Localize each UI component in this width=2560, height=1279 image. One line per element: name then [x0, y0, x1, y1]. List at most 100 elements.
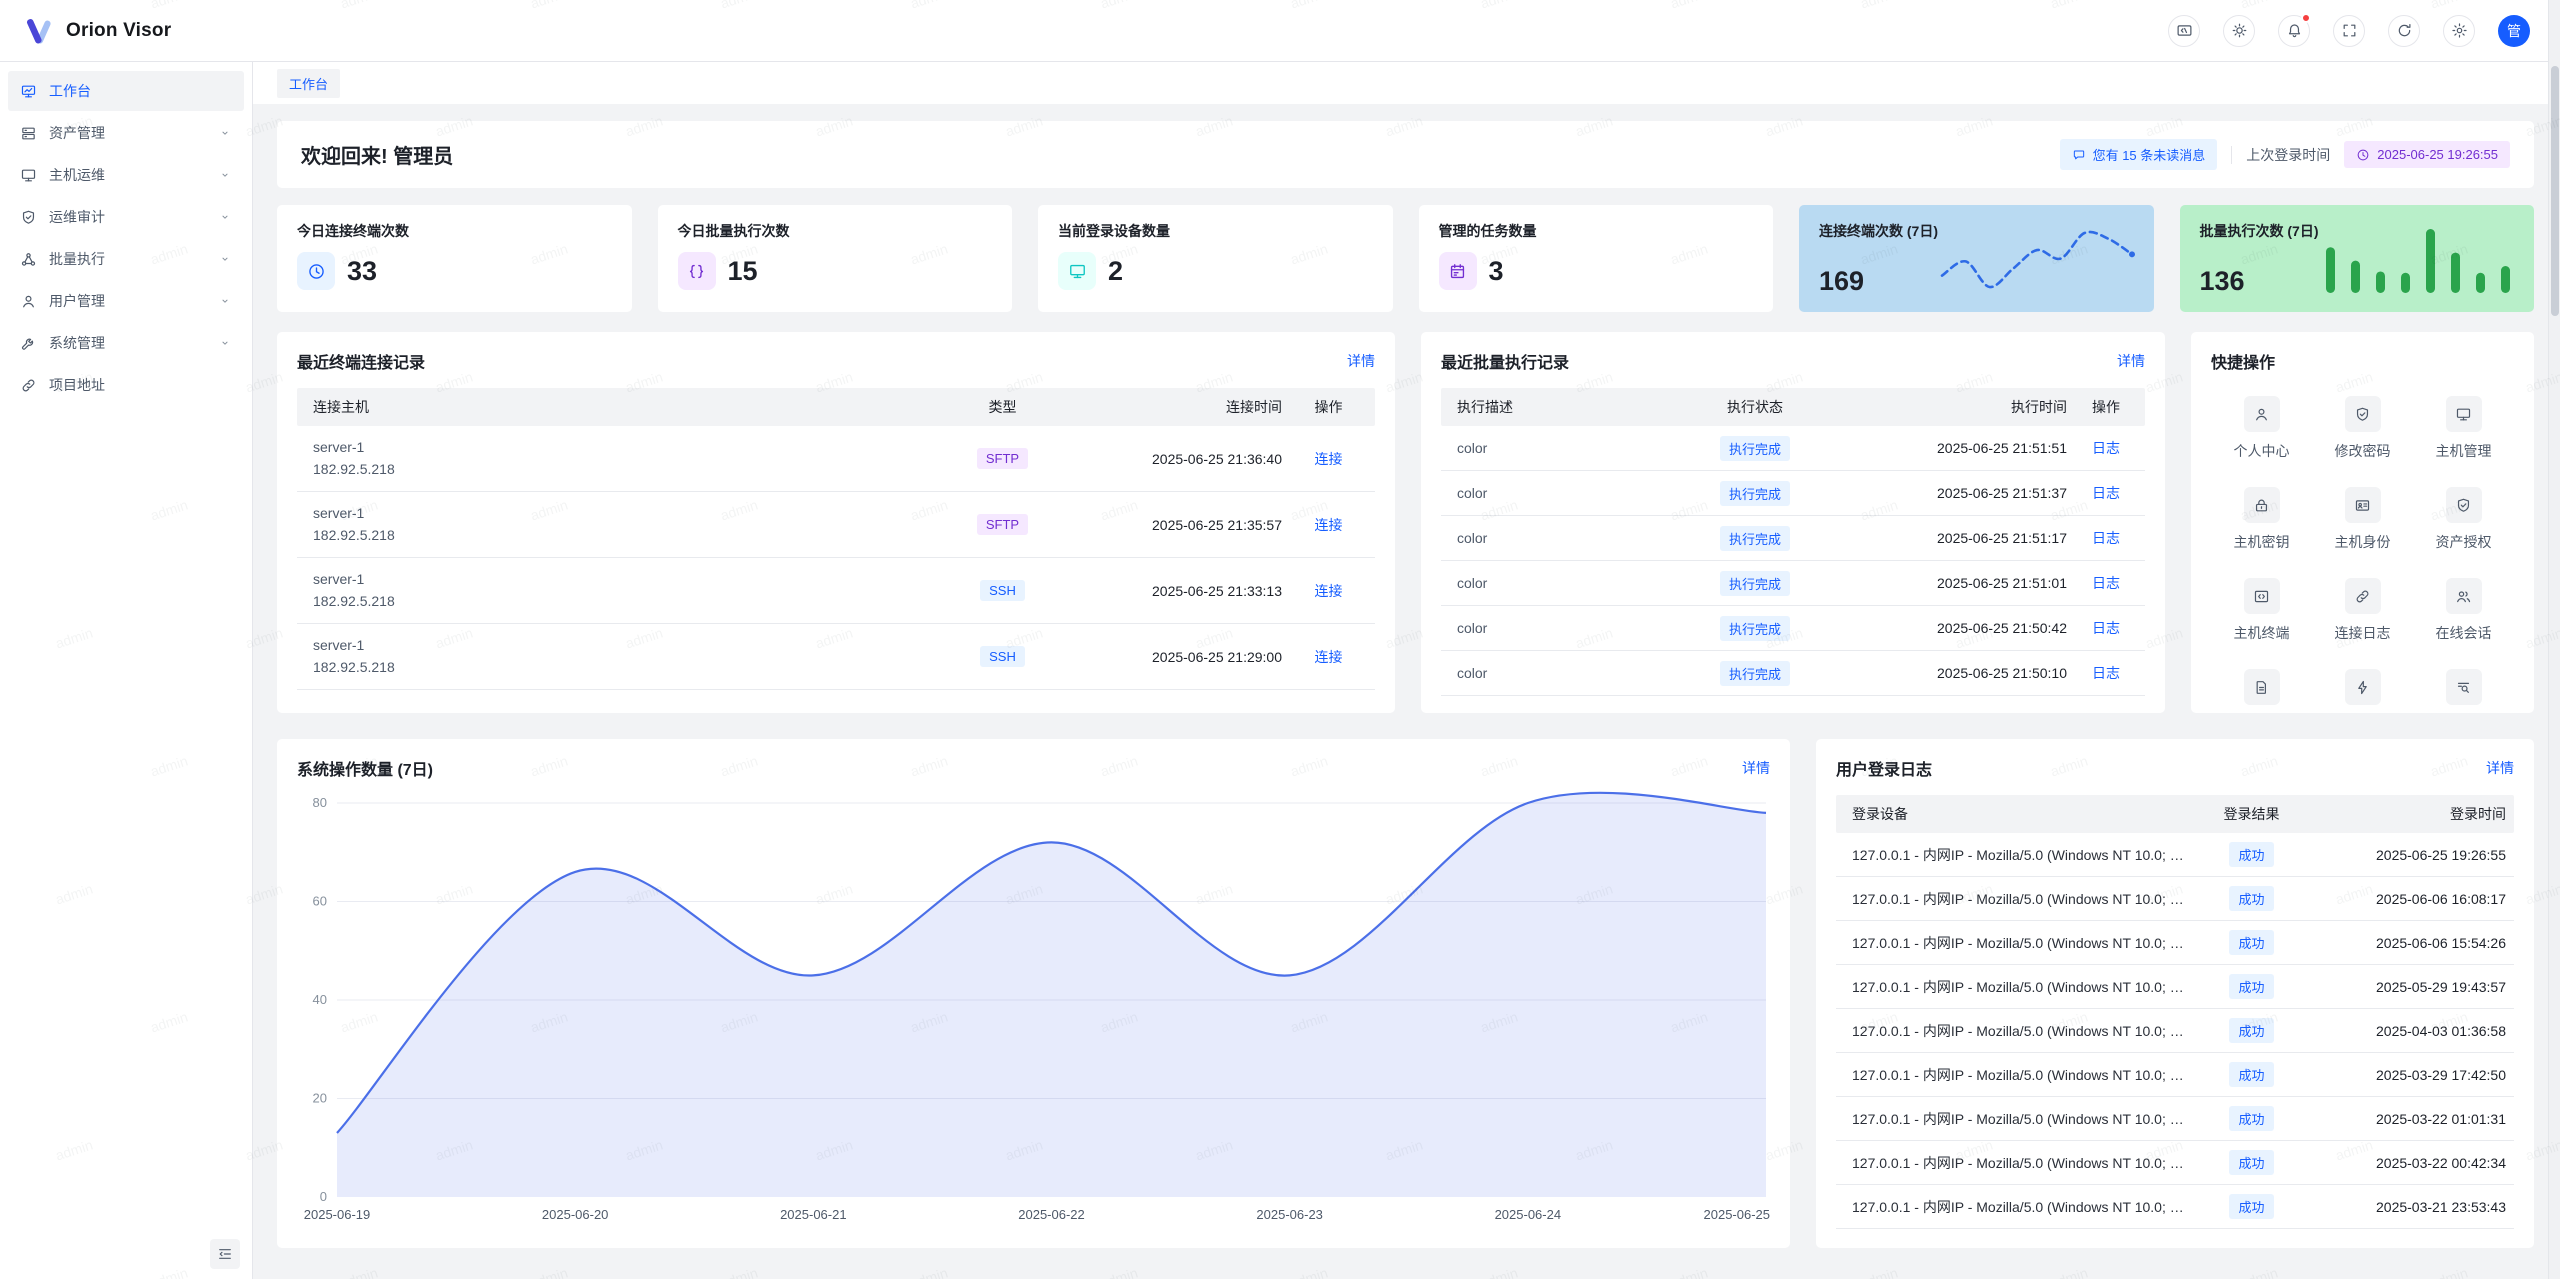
- menu-icon: [20, 209, 37, 226]
- table-row: 127.0.0.1 - 内网IP - Mozilla/5.0 (Windows …: [1836, 1009, 2514, 1053]
- quick-action[interactable]: 主机管理: [2413, 396, 2514, 461]
- theme-toggle-button[interactable]: [2223, 15, 2255, 47]
- terminal-connections-table: 连接主机 类型 连接时间 操作 server-1182.92.5.218 SFT…: [297, 388, 1375, 690]
- chevron-down-icon: [218, 294, 232, 308]
- menu-icon: [20, 125, 37, 142]
- ops-chart-detail-link[interactable]: 详情: [1742, 758, 1770, 778]
- host-name: server-1: [313, 505, 364, 521]
- quick-action[interactable]: 修改密码: [2312, 396, 2413, 461]
- app-logo[interactable]: Orion Visor: [24, 16, 171, 46]
- login-device: 127.0.0.1 - 内网IP - Mozilla/5.0 (Windows …: [1836, 977, 2194, 997]
- log-link[interactable]: 日志: [2092, 575, 2120, 591]
- batch-executions-card: 最近批量执行记录 详情 执行描述 执行状态 执行时间 操作: [1421, 332, 2165, 713]
- quick-action[interactable]: 个人中心: [2211, 396, 2312, 461]
- stat-card: 当前登录设备数量 2: [1038, 205, 1393, 312]
- connect-link[interactable]: 连接: [1315, 649, 1343, 665]
- quick-action[interactable]: 命令执行: [2312, 669, 2413, 713]
- quick-action-icon-box: [2345, 487, 2381, 523]
- execution-desc: color: [1441, 485, 1680, 501]
- batch-executions-detail-link[interactable]: 详情: [2117, 351, 2145, 371]
- unread-messages-badge[interactable]: 您有 15 条未读消息: [2060, 139, 2218, 170]
- batch-7d-card: 批量执行次数 (7日) 136: [2180, 205, 2535, 312]
- stat-icon: [1448, 262, 1467, 281]
- table-row: color 执行完成 2025-06-25 21:50:42 日志: [1441, 606, 2145, 651]
- quick-action[interactable]: 资产授权: [2413, 487, 2514, 552]
- sidebar-item[interactable]: 主机运维: [8, 155, 244, 195]
- table-row: server-1182.92.5.218 SSH 2025-06-25 21:3…: [297, 558, 1375, 624]
- notification-dot: [2301, 13, 2311, 23]
- svg-text:40: 40: [313, 992, 327, 1007]
- notifications-button[interactable]: [2278, 15, 2310, 47]
- fullscreen-button[interactable]: [2333, 15, 2365, 47]
- quick-actions-title: 快捷操作: [2211, 349, 2275, 373]
- table-row: color 执行完成 2025-06-25 21:51:01 日志: [1441, 561, 2145, 606]
- logo-icon: [24, 16, 54, 46]
- quick-action[interactable]: 主机密钥: [2211, 487, 2312, 552]
- svg-text:2025-06-25: 2025-06-25: [1704, 1207, 1771, 1222]
- quick-action[interactable]: 连接日志: [2312, 578, 2413, 643]
- quick-action[interactable]: 执行日志: [2413, 669, 2514, 713]
- ops-chart-title: 系统操作数量 (7日): [297, 756, 433, 780]
- sidebar-item[interactable]: 批量执行: [8, 239, 244, 279]
- quick-action[interactable]: 在线会话: [2413, 578, 2514, 643]
- log-link[interactable]: 日志: [2092, 665, 2120, 681]
- quick-action-icon: [2455, 588, 2472, 605]
- terminal-7d-card: 连接终端次数 (7日) 169: [1799, 205, 2154, 312]
- stat-icon-box: [1058, 252, 1096, 290]
- quick-action-label: 连接日志: [2335, 623, 2391, 643]
- sidebar-item-label: 运维审计: [49, 207, 206, 227]
- log-link[interactable]: 日志: [2092, 440, 2120, 456]
- execution-time: 2025-06-25 21:51:51: [1830, 440, 2075, 456]
- last-login-label: 上次登录时间: [2246, 145, 2330, 165]
- code-runner-button[interactable]: [2168, 15, 2200, 47]
- refresh-button[interactable]: [2388, 15, 2420, 47]
- connect-link[interactable]: 连接: [1315, 451, 1343, 467]
- quick-action-icon: [2354, 497, 2371, 514]
- sidebar-item-label: 工作台: [49, 81, 206, 101]
- sidebar-item[interactable]: 项目地址: [8, 365, 244, 405]
- quick-actions-card: 快捷操作 个人中心 修改密码 主机管理: [2191, 332, 2534, 713]
- execution-time: 2025-06-25 21:51:17: [1830, 530, 2075, 546]
- stat-icon: [307, 262, 326, 281]
- quick-action[interactable]: 主机身份: [2312, 487, 2413, 552]
- quick-action-icon-box: [2446, 487, 2482, 523]
- sidebar-menu: 工作台 资产管理 主机运维 运维审计 批量执行 用户管理: [0, 62, 252, 414]
- user-avatar[interactable]: 管: [2498, 15, 2530, 47]
- sidebar-collapse-button[interactable]: [210, 1239, 240, 1269]
- svg-text:2025-06-21: 2025-06-21: [780, 1207, 847, 1222]
- quick-action-icon: [2455, 679, 2472, 696]
- stat-value: 2: [1108, 256, 1123, 287]
- connect-link[interactable]: 连接: [1315, 583, 1343, 599]
- sidebar-item-label: 用户管理: [49, 291, 206, 311]
- execution-status-badge: 执行完成: [1720, 661, 1790, 686]
- sidebar-item[interactable]: 资产管理: [8, 113, 244, 153]
- breadcrumb: 工作台: [253, 62, 2548, 104]
- sidebar-item[interactable]: 用户管理: [8, 281, 244, 321]
- terminal-connections-detail-link[interactable]: 详情: [1347, 351, 1375, 371]
- login-log-title: 用户登录日志: [1836, 756, 1932, 780]
- scrollbar-thumb[interactable]: [2551, 66, 2559, 316]
- log-link[interactable]: 日志: [2092, 620, 2120, 636]
- login-time: 2025-06-06 16:08:17: [2309, 891, 2514, 907]
- scrollbar-track[interactable]: [2548, 0, 2560, 1279]
- sidebar-item[interactable]: 运维审计: [8, 197, 244, 237]
- execution-status-badge: 执行完成: [1720, 616, 1790, 641]
- sidebar: 工作台 资产管理 主机运维 运维审计 批量执行 用户管理: [0, 62, 253, 1279]
- stat-value: 15: [728, 256, 758, 287]
- quick-action[interactable]: 文件操作日志: [2211, 669, 2312, 713]
- login-log-card: 用户登录日志 详情 登录设备 登录结果 登录时间 127.0.0.1 - 内网I…: [1816, 739, 2534, 1248]
- settings-button[interactable]: [2443, 15, 2475, 47]
- quick-action[interactable]: 主机终端: [2211, 578, 2312, 643]
- header-actions: 管: [2168, 15, 2530, 47]
- quick-action-icon: [2354, 406, 2371, 423]
- login-result-badge: 成功: [2229, 1150, 2273, 1175]
- sidebar-item[interactable]: 系统管理: [8, 323, 244, 363]
- log-link[interactable]: 日志: [2092, 485, 2120, 501]
- login-log-detail-link[interactable]: 详情: [2486, 758, 2514, 778]
- log-link[interactable]: 日志: [2092, 530, 2120, 546]
- breadcrumb-item-workbench[interactable]: 工作台: [277, 69, 340, 98]
- login-time: 2025-04-03 01:36:58: [2309, 1023, 2514, 1039]
- connect-link[interactable]: 连接: [1315, 517, 1343, 533]
- sidebar-item[interactable]: 工作台: [8, 71, 244, 111]
- quick-action-icon: [2253, 679, 2270, 696]
